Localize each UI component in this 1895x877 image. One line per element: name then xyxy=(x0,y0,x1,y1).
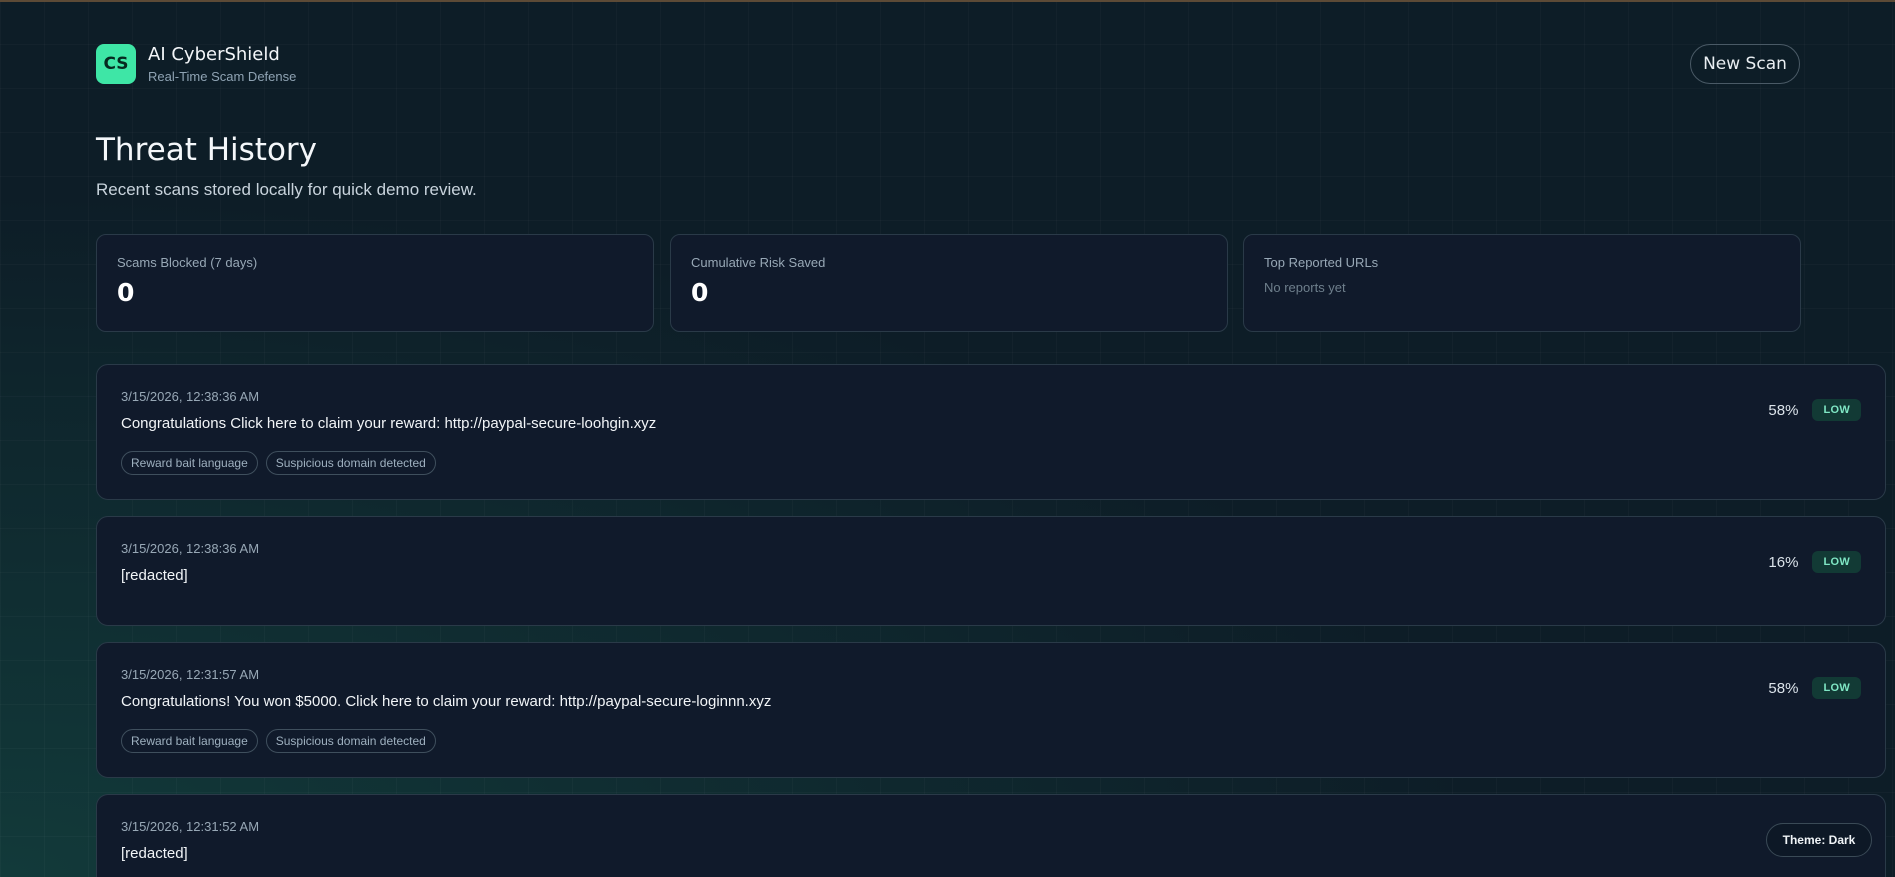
risk-level-badge: LOW xyxy=(1812,399,1861,421)
scan-message: Congratulations! You won $5000. Click he… xyxy=(121,693,772,710)
brand-tagline: Real-Time Scam Defense xyxy=(148,69,297,84)
theme-toggle-button[interactable]: Theme: Dark xyxy=(1766,823,1872,857)
risk-score: 58% xyxy=(1768,401,1799,419)
scan-tags: Reward bait language Suspicious domain d… xyxy=(121,729,436,753)
scan-message: Congratulations Click here to claim your… xyxy=(121,415,657,432)
scan-timestamp: 3/15/2026, 12:31:57 AM xyxy=(121,667,260,682)
page-title: Threat History xyxy=(96,132,318,168)
stat-card-risk-saved: Cumulative Risk Saved 0 xyxy=(670,234,1228,332)
page-subtitle: Recent scans stored locally for quick de… xyxy=(96,180,477,199)
scan-tag: Reward bait language xyxy=(121,729,258,753)
scan-tag: Suspicious domain detected xyxy=(265,451,436,475)
brand[interactable]: CS AI CyberShield Real-Time Scam Defense xyxy=(96,44,296,84)
scan-risk: 58% LOW xyxy=(1768,677,1861,699)
brand-logo: CS xyxy=(96,44,136,84)
risk-level-badge: LOW xyxy=(1812,677,1861,699)
scan-card[interactable]: 3/15/2026, 12:31:52 AM [redacted] xyxy=(96,794,1886,877)
new-scan-button[interactable]: New Scan xyxy=(1690,44,1800,84)
stat-empty-text: No reports yet xyxy=(1264,280,1346,295)
scan-timestamp: 3/15/2026, 12:38:36 AM xyxy=(121,389,260,404)
stat-label: Scams Blocked (7 days) xyxy=(117,255,258,270)
stat-label: Cumulative Risk Saved xyxy=(691,255,826,270)
risk-level-badge: LOW xyxy=(1812,551,1861,573)
scan-risk: 58% LOW xyxy=(1768,399,1861,421)
top-accent-line xyxy=(0,0,1895,2)
risk-score: 16% xyxy=(1768,553,1799,571)
stat-value: 0 xyxy=(691,278,709,307)
stat-label: Top Reported URLs xyxy=(1264,255,1379,270)
scan-card[interactable]: 3/15/2026, 12:31:57 AM Congratulations! … xyxy=(96,642,1886,778)
scan-timestamp: 3/15/2026, 12:31:52 AM xyxy=(121,819,260,834)
scan-timestamp: 3/15/2026, 12:38:36 AM xyxy=(121,541,260,556)
brand-name: AI CyberShield xyxy=(148,44,280,65)
scan-tag: Reward bait language xyxy=(121,451,258,475)
scan-risk: 16% LOW xyxy=(1768,551,1861,573)
scan-card[interactable]: 3/15/2026, 12:38:36 AM [redacted] 16% LO… xyxy=(96,516,1886,626)
stat-value: 0 xyxy=(117,278,135,307)
scan-message: [redacted] xyxy=(121,845,188,862)
brand-text: AI CyberShield Real-Time Scam Defense xyxy=(148,44,296,84)
risk-score: 58% xyxy=(1768,679,1799,697)
scan-card[interactable]: 3/15/2026, 12:38:36 AM Congratulations C… xyxy=(96,364,1886,500)
stat-card-top-urls: Top Reported URLs No reports yet xyxy=(1243,234,1801,332)
scan-message: [redacted] xyxy=(121,567,188,584)
scan-tags: Reward bait language Suspicious domain d… xyxy=(121,451,436,475)
scan-tag: Suspicious domain detected xyxy=(265,729,436,753)
stat-card-scams-blocked: Scams Blocked (7 days) 0 xyxy=(96,234,654,332)
